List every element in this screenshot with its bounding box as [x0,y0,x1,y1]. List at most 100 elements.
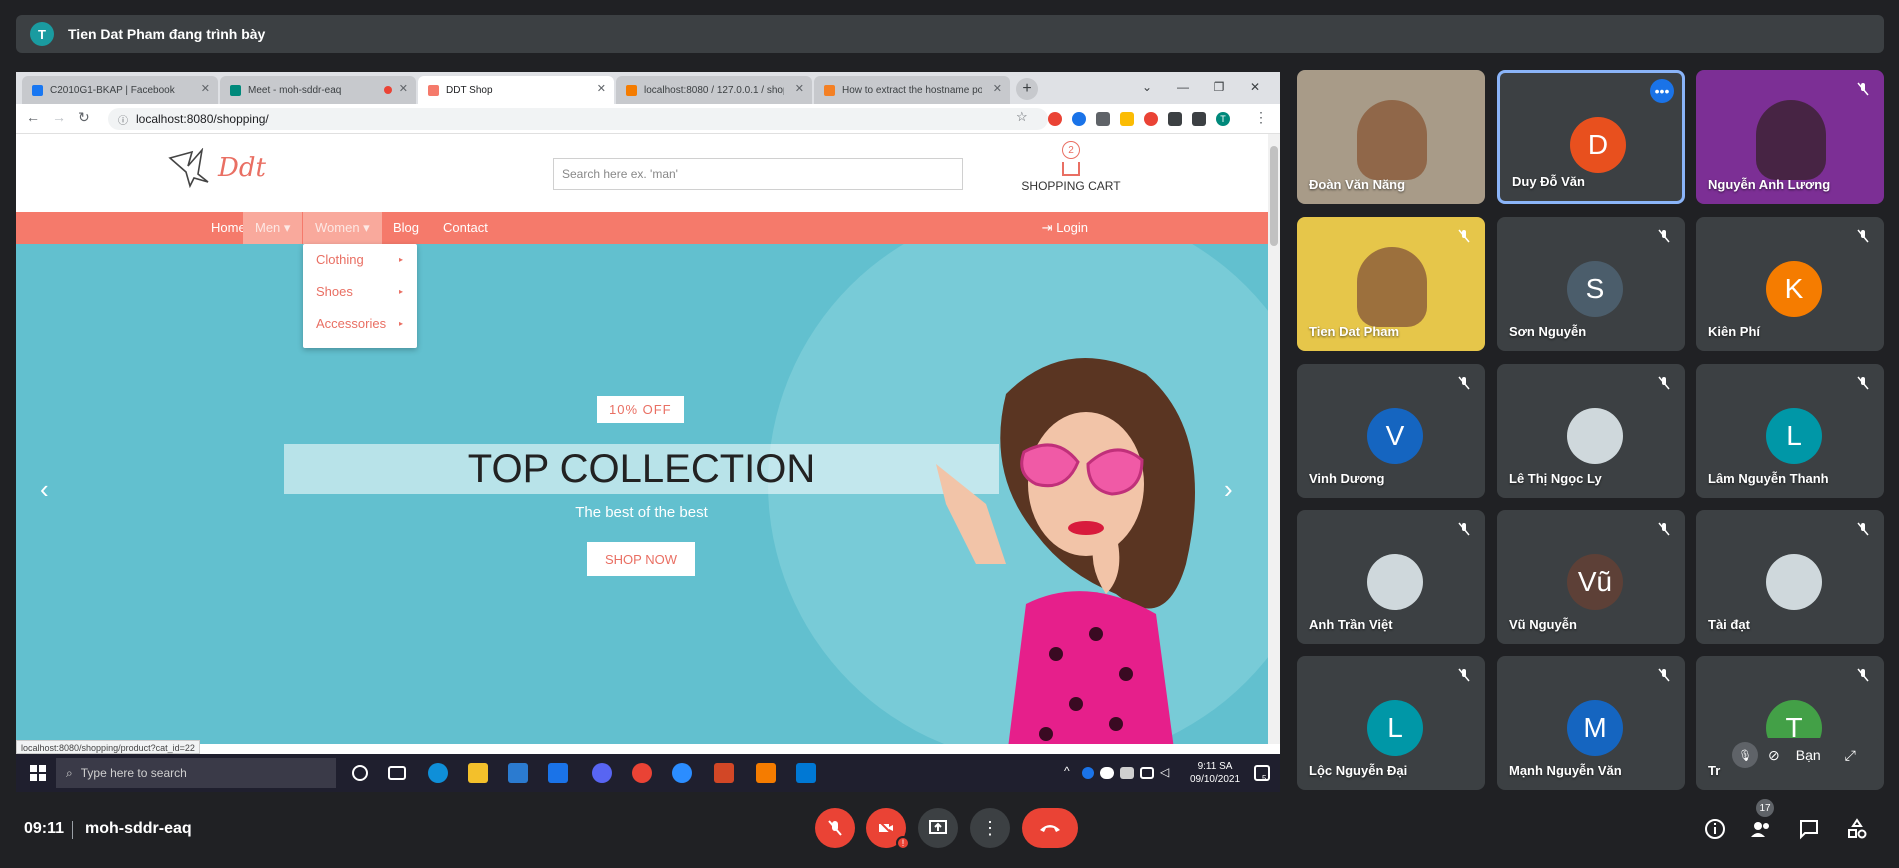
mail-icon[interactable] [548,763,568,783]
present-button[interactable] [918,808,958,848]
vscode-icon[interactable] [796,763,816,783]
activities-icon[interactable] [1846,818,1868,840]
tray-app-icon[interactable] [1082,767,1094,779]
participant-tile[interactable]: D ••• Duy Đỗ Văn [1497,70,1685,204]
participant-avatar: K [1766,261,1822,317]
powerpoint-icon[interactable] [714,763,734,783]
volume-icon[interactable]: ◁ [1160,765,1174,779]
profile-avatar[interactable]: T [1216,112,1230,126]
close-icon[interactable]: ✕ [993,82,1002,95]
shopping-cart[interactable]: 2 SHOPPING CART [1016,140,1126,193]
tab-search-icon[interactable]: ⌄ [1132,76,1162,98]
reload-icon[interactable]: ↻ [78,109,90,126]
search-icon: ⌕ [66,765,73,780]
taskbar-clock[interactable]: 9:11 SA 09/10/2021 [1180,760,1250,786]
shop-logo[interactable]: Ddt [168,148,266,188]
chrome-icon[interactable] [632,763,652,783]
close-icon[interactable]: ✕ [399,82,408,95]
chat-icon[interactable] [1798,818,1820,840]
nav-blog[interactable]: Blog [381,212,431,244]
back-icon[interactable]: ← [26,109,40,125]
participant-tile[interactable]: L Lộc Nguyễn Đại [1297,656,1485,790]
login-link[interactable]: ⇥ Login [1042,212,1088,244]
extension-icon[interactable] [1144,112,1158,126]
participant-tile[interactable]: V Vinh Dương [1297,364,1485,498]
participant-name: Vũ Nguyễn [1509,617,1577,632]
close-icon[interactable]: ✕ [201,82,210,95]
shop-now-button[interactable]: SHOP NOW [587,542,695,576]
minimize-icon[interactable]: — [1168,76,1198,98]
forward-icon[interactable]: → [52,109,66,125]
info-icon: ⓘ [118,115,128,127]
puzzle-icon[interactable] [1168,112,1182,126]
nav-men[interactable]: Men ▾ [243,212,303,244]
tab-ddt-shop[interactable]: DDT Shop ✕ [418,76,614,104]
participant-tile[interactable]: M Mạnh Nguyễn Văn [1497,656,1685,790]
tab-phpmyadmin[interactable]: localhost:8080 / 127.0.0.1 / shop ✕ [616,76,812,104]
tab-meet[interactable]: Meet - moh-sddr-eaq ✕ [220,76,416,104]
network-icon[interactable] [1140,767,1154,779]
carousel-prev-icon[interactable]: ‹ [40,474,49,505]
store-icon[interactable] [508,763,528,783]
extension-icon[interactable] [1096,112,1110,126]
windows-start-icon[interactable] [30,765,46,781]
file-explorer-icon[interactable] [468,763,488,783]
expand-icon[interactable]: ⤢ [1845,747,1856,764]
participant-tile[interactable]: Tài đạt [1696,510,1884,644]
extension-icon[interactable] [1048,112,1062,126]
participant-tile[interactable]: S Sơn Nguyễn [1497,217,1685,351]
close-icon[interactable]: ✕ [795,82,804,95]
reading-list-icon[interactable] [1192,112,1206,126]
dropdown-accessories[interactable]: Accessories ▸ [303,308,417,340]
nav-women[interactable]: Women ▾ [303,212,382,244]
edge-icon[interactable] [428,763,448,783]
participant-tile[interactable]: Lê Thị Ngọc Ly [1497,364,1685,498]
shop-search-input[interactable]: Search here ex. 'man' [553,158,963,190]
cortana-icon[interactable] [352,765,368,781]
participant-tile[interactable]: K Kiên Phí [1696,217,1884,351]
extension-icon[interactable] [1072,112,1086,126]
dropdown-clothing[interactable]: Clothing ▸ [303,244,417,276]
url-input[interactable]: ⓘ localhost:8080/shopping/ [108,108,1048,130]
participant-tile[interactable]: L Lâm Nguyễn Thanh [1696,364,1884,498]
page-scrollbar[interactable] [1268,134,1280,744]
more-options-icon[interactable]: ••• [1650,79,1674,103]
camera-toggle-button[interactable]: ! [866,808,910,850]
participant-tile[interactable]: Anh Trần Việt [1297,510,1485,644]
caret-right-icon: ▸ [398,255,403,264]
task-view-icon[interactable] [388,766,406,780]
participant-tile[interactable]: Đoàn Văn Năng [1297,70,1485,204]
participant-tile[interactable]: Vũ Vũ Nguyễn [1497,510,1685,644]
nav-contact[interactable]: Contact [431,212,500,244]
participant-tile[interactable]: Nguyễn Anh Lương [1696,70,1884,204]
meeting-control-bar: 09:11 moh-sddr-eaq ! ⋮ 17 [0,799,1899,868]
discord-icon[interactable] [592,763,612,783]
dropdown-shoes[interactable]: Shoes ▸ [303,276,417,308]
close-icon[interactable]: ✕ [597,82,606,95]
close-window-icon[interactable]: ✕ [1240,76,1270,98]
tab-stackoverflow[interactable]: How to extract the hostname po ✕ [814,76,1010,104]
restore-icon[interactable]: ❐ [1204,76,1234,98]
warning-icon: ! [896,836,910,850]
participant-name: Anh Trần Việt [1309,617,1393,632]
leave-call-button[interactable] [1022,808,1078,848]
new-tab-button[interactable]: + [1016,78,1038,100]
onedrive-icon[interactable] [1100,767,1114,779]
bookmark-star-icon[interactable]: ☆ [1016,109,1028,125]
more-options-button[interactable]: ⋮ [970,808,1010,848]
people-icon[interactable] [1750,818,1772,840]
menu-kebab-icon[interactable]: ⋮ [1254,109,1268,126]
tab-facebook[interactable]: C2010G1-BKAP | Facebook ✕ [22,76,218,104]
tray-chevron-icon[interactable]: ^ [1064,765,1070,778]
address-bar: ← → ↻ ⓘ localhost:8080/shopping/ ☆ T ⋮ [16,104,1280,134]
xampp-icon[interactable] [756,763,776,783]
mic-toggle-button[interactable] [815,808,855,848]
taskbar-search[interactable]: ⌕ Type here to search [56,758,336,788]
extension-icon[interactable] [1120,112,1134,126]
scroll-thumb[interactable] [1270,146,1278,246]
self-camera-off-icon[interactable]: ⊘ [1768,747,1780,764]
participant-tile[interactable]: Tien Dat Pham [1297,217,1485,351]
telegram-icon[interactable] [672,763,692,783]
self-mic-off-icon[interactable]: 🎙 [1732,742,1758,768]
info-icon[interactable] [1704,818,1726,840]
